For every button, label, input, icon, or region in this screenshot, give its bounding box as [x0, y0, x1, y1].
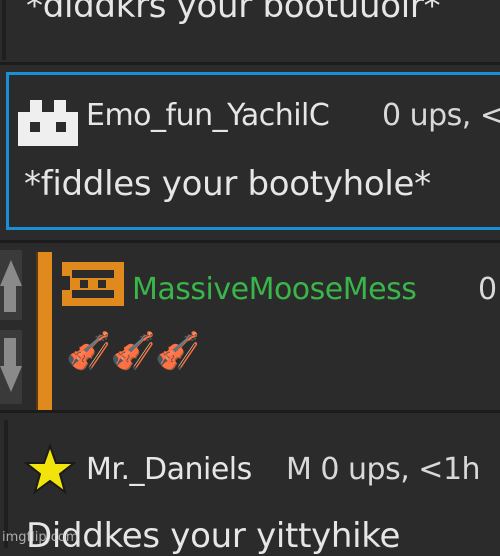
comment-3: MassiveMooseMess 0 🎻🎻🎻 — [0, 246, 500, 410]
upvote-button[interactable] — [0, 250, 22, 320]
username[interactable]: MassiveMooseMess — [132, 272, 417, 307]
comment-body: *fiddles your bootyhole* — [24, 164, 431, 204]
divider — [0, 62, 500, 65]
comment-meta: 0 ups, < — [382, 98, 500, 133]
avatar[interactable] — [18, 100, 78, 146]
divider — [0, 240, 500, 243]
downvote-arrow-icon — [0, 338, 22, 392]
username[interactable]: Emo_fun_YachilC — [86, 98, 330, 133]
divider — [0, 410, 500, 413]
comment-meta: 0 — [478, 272, 497, 307]
mod-accent-bar — [36, 252, 52, 410]
comment-meta: M 0 ups, <1h — [286, 452, 481, 487]
username[interactable]: Mr._Daniels — [86, 452, 252, 487]
star-icon — [23, 442, 77, 496]
avatar[interactable] — [62, 262, 124, 306]
comment-4: Mr._Daniels M 0 ups, <1h Diddkes your yi… — [0, 420, 500, 556]
comment-body: Diddkes your yittyhike — [26, 516, 401, 556]
comment-2[interactable]: Emo_fun_YachilC 0 ups, < *fiddles your b… — [0, 72, 500, 234]
comment-body: *diddkrs your bootuuoir* — [26, 0, 441, 26]
watermark: imgflip.com — [2, 530, 79, 545]
comment-body: 🎻🎻🎻 — [66, 331, 200, 372]
thread-line — [4, 420, 8, 548]
downvote-button[interactable] — [0, 330, 22, 404]
comment-1: *diddkrs your bootuuoir* — [0, 0, 500, 60]
selected-comment-border — [6, 72, 500, 230]
thread-line — [2, 0, 6, 60]
upvote-arrow-icon — [0, 260, 22, 312]
